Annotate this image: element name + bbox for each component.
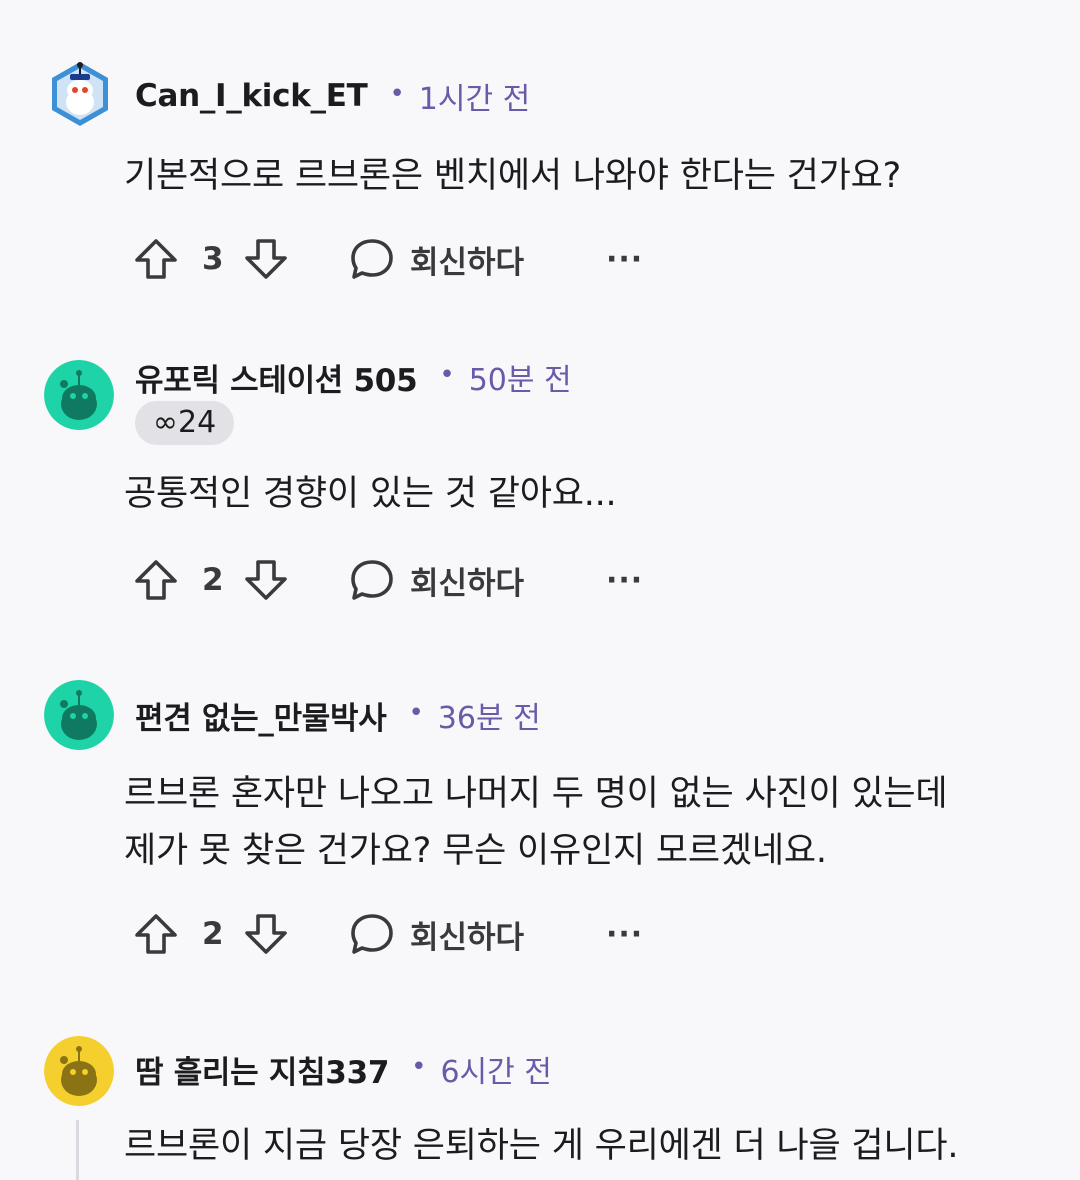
comment-body: 르브론 혼자만 나오고 나머지 두 명이 없는 사진이 있는데 제가 못 찾은 …	[124, 766, 948, 880]
comment-text-line: 르브론이 지금 당장 은퇴하는 게 우리에겐 더 나을 겁니다.	[124, 1126, 959, 1166]
reply-button[interactable]: 회신하다	[348, 231, 524, 287]
timestamp: 1시간 전	[418, 82, 531, 117]
reply-label: 회신하다	[410, 919, 525, 956]
arrow-down-icon	[245, 560, 287, 600]
arrow-up-icon	[135, 239, 177, 279]
user-flair: ∞24	[135, 401, 235, 445]
comment-text-line: 제가 못 찾은 건가요? 무슨 이유인지 모르겠네요.	[124, 831, 827, 871]
vote-count: 2	[202, 562, 224, 598]
avatar[interactable]	[44, 1036, 114, 1106]
more-options-button[interactable]: ···	[606, 552, 643, 608]
comment-actions: 2 회신하다 ···	[132, 552, 652, 608]
comment-header: 유포릭 스테이션 505 • 50분 전	[135, 355, 572, 400]
vote-count: 2	[202, 916, 224, 952]
downvote-button[interactable]	[242, 552, 290, 608]
comment-actions: 2 회신하다 ···	[132, 906, 652, 962]
reply-button[interactable]: 회신하다	[348, 552, 524, 608]
username[interactable]: Can_I_kick_ET	[135, 78, 368, 114]
separator-dot: •	[411, 1052, 427, 1082]
chat-bubble-icon	[351, 914, 393, 954]
upvote-button[interactable]	[132, 906, 180, 962]
separator-dot: •	[389, 79, 405, 109]
upvote-button[interactable]	[132, 231, 180, 287]
username[interactable]: 편견 없는_만물박사	[135, 693, 387, 738]
comment-thread: Can_I_kick_ET • 1시간 전 기본적으로 르브론은 벤치에서 나와…	[0, 0, 1080, 1180]
chat-bubble-icon	[351, 239, 393, 279]
comment-text-line: 르브론 혼자만 나오고 나머지 두 명이 없는 사진이 있는데	[124, 774, 948, 814]
downvote-button[interactable]	[242, 906, 290, 962]
timestamp: 36분 전	[437, 701, 541, 736]
timestamp: 50분 전	[468, 363, 572, 398]
comment-header: Can_I_kick_ET • 1시간 전	[135, 76, 531, 117]
avatar[interactable]	[44, 360, 114, 430]
timestamp: 6시간 전	[440, 1055, 552, 1090]
reply-button[interactable]: 회신하다	[348, 906, 524, 962]
ellipsis-icon: ···	[606, 241, 644, 277]
chat-bubble-icon	[351, 560, 393, 600]
upvote-button[interactable]	[132, 552, 180, 608]
separator-dot: •	[408, 698, 424, 728]
thread-line[interactable]	[76, 1120, 79, 1180]
comment-header: 땀 흘리는 지침337 • 6시간 전	[135, 1047, 552, 1092]
comment-actions: 3 회신하다 ···	[132, 231, 652, 287]
more-options-button[interactable]: ···	[606, 231, 643, 287]
comment-text-line: 공통적인 경향이 있는 것 같아요...	[124, 474, 617, 514]
comment-header: 편견 없는_만물박사 • 36분 전	[135, 693, 541, 738]
comment-text-line: 기본적으로 르브론은 벤치에서 나와야 한다는 건가요?	[124, 156, 902, 196]
downvote-button[interactable]	[242, 231, 290, 287]
ellipsis-icon: ···	[606, 562, 644, 598]
comment-body: 기본적으로 르브론은 벤치에서 나와야 한다는 건가요?	[124, 148, 901, 205]
comment-body: 공통적인 경향이 있는 것 같아요...	[124, 466, 617, 523]
ellipsis-icon: ···	[606, 916, 644, 952]
avatar[interactable]	[46, 60, 114, 128]
arrow-up-icon	[135, 560, 177, 600]
more-options-button[interactable]: ···	[606, 906, 643, 962]
arrow-down-icon	[245, 914, 287, 954]
reply-label: 회신하다	[410, 565, 525, 602]
reply-label: 회신하다	[410, 244, 525, 281]
username[interactable]: 땀 흘리는 지침337	[135, 1047, 389, 1092]
comment-body: 르브론이 지금 당장 은퇴하는 게 우리에겐 더 나을 겁니다.	[124, 1118, 959, 1175]
username[interactable]: 유포릭 스테이션 505	[135, 355, 418, 400]
arrow-down-icon	[245, 239, 287, 279]
separator-dot: •	[439, 360, 455, 390]
vote-count: 3	[202, 241, 224, 277]
avatar[interactable]	[44, 680, 114, 750]
arrow-up-icon	[135, 914, 177, 954]
